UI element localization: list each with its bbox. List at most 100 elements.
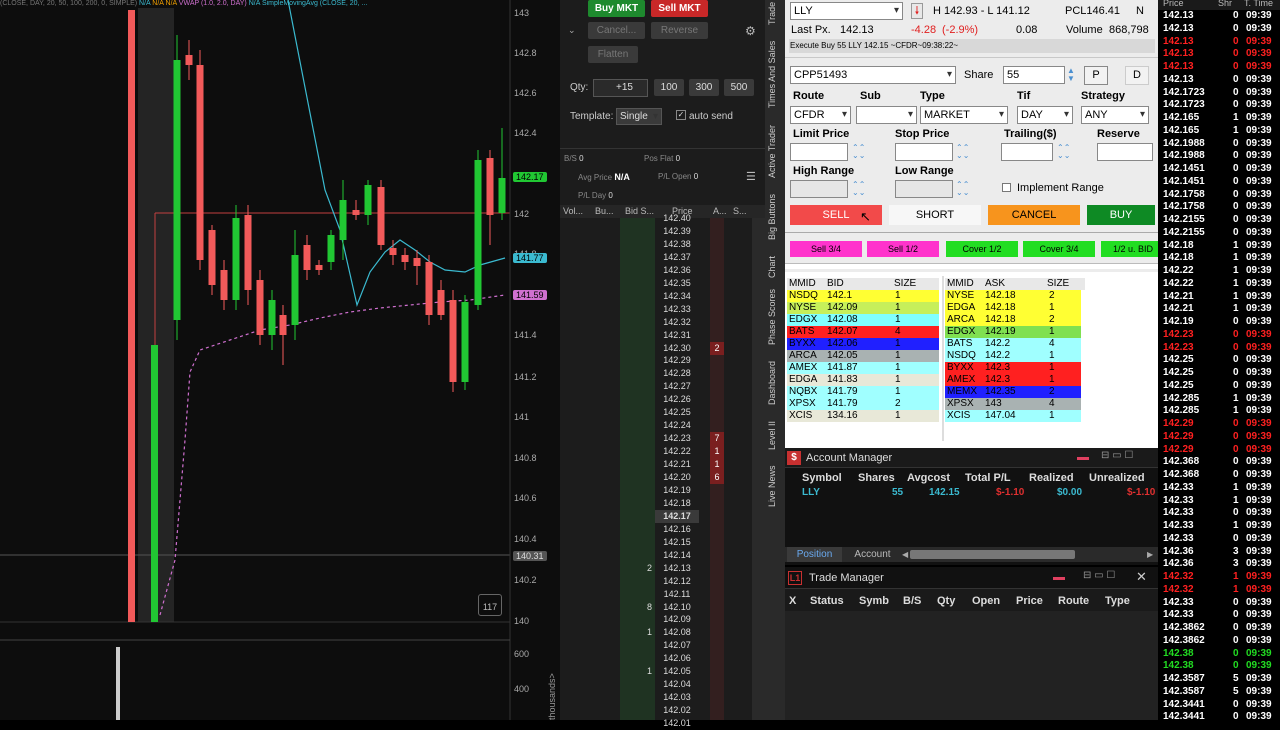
trailing-input[interactable] [1001, 143, 1053, 161]
list-item[interactable]: 142.19 [560, 484, 765, 497]
list-item[interactable]: 142.31 [560, 329, 765, 342]
gear-icon[interactable]: ⚙ [745, 24, 756, 38]
list-item[interactable]: 142.35 [560, 277, 765, 290]
list-item[interactable]: 142.17 [560, 509, 765, 523]
list-item[interactable]: 142.30 2 [560, 341, 765, 355]
list-item[interactable]: 142.16 [560, 523, 765, 536]
list-item[interactable]: 142.22 1 [560, 445, 765, 459]
list-icon[interactable]: ☰ [746, 170, 756, 183]
vtab-live-news[interactable]: Live News [767, 465, 777, 507]
list-item[interactable]: 142.25 [560, 406, 765, 419]
list-item[interactable]: 142.23 7 [560, 432, 765, 446]
table-row[interactable]: EDGA 141.83 1 [787, 374, 939, 386]
qty-input[interactable]: +15 [593, 79, 648, 97]
tab-position[interactable]: Position [787, 547, 842, 562]
price-chart[interactable]: (CLOSE, DAY, 20, 50, 100, 200, 0, SIMPLE… [0, 0, 560, 720]
list-item[interactable]: 142.07 [560, 639, 765, 652]
strategy-select[interactable]: ANY [1081, 106, 1149, 124]
qty-preset-300[interactable]: 300 [689, 79, 719, 96]
table-row[interactable]: MEMX 142.35 2 [945, 386, 1081, 398]
scroll-left-icon[interactable]: ◀ [902, 547, 908, 562]
share-input[interactable]: 55 [1003, 66, 1065, 84]
p-button[interactable]: P [1084, 66, 1108, 85]
vtab-times-and-sales[interactable]: Times And Sales [767, 41, 777, 108]
table-row[interactable]: XCIS 147.04 1 [945, 410, 1081, 422]
window-controls-icon[interactable]: ⊟ ▭ ☐ [1083, 570, 1115, 581]
list-item[interactable]: 142.21 1 [560, 458, 765, 472]
list-item[interactable]: 142.06 [560, 652, 765, 665]
list-item[interactable]: 142.37 [560, 251, 765, 264]
implement-range-checkbox[interactable] [1002, 183, 1011, 192]
d-button[interactable]: D [1125, 66, 1149, 85]
minimize-icon[interactable] [1053, 577, 1065, 580]
table-row[interactable]: EDGX 142.19 1 [945, 326, 1081, 338]
list-item[interactable]: 142.39 [560, 225, 765, 238]
list-item[interactable]: 142.15 [560, 536, 765, 549]
list-item[interactable]: 142.02 [560, 704, 765, 717]
vtab-phase-scores[interactable]: Phase Scores [767, 289, 777, 345]
list-item[interactable]: 142.26 [560, 393, 765, 406]
list-item[interactable]: 142.28 [560, 367, 765, 380]
template-select[interactable]: Single [616, 108, 662, 125]
buy-button[interactable]: BUY [1087, 205, 1155, 225]
list-item[interactable]: 142.33 [560, 303, 765, 316]
table-row[interactable]: EDGX 142.08 1 [787, 314, 939, 326]
list-item[interactable]: 1 142.08 [560, 626, 765, 639]
trailing-spinner[interactable]: ⌃⌃ ⌄⌄ [1057, 144, 1070, 160]
list-item[interactable]: 142.12 [560, 575, 765, 588]
list-item[interactable]: 142.14 [560, 549, 765, 562]
buy-mkt-button[interactable]: Buy MKT [588, 0, 645, 17]
symbol-input[interactable]: LLY [790, 2, 903, 20]
list-item[interactable]: 142.32 [560, 316, 765, 329]
low-range-spinner[interactable]: ⌃⌃ ⌄⌄ [956, 181, 969, 197]
list-item[interactable]: 142.27 [560, 380, 765, 393]
window-controls-icon[interactable]: ⊟ ▭ ☐ [1101, 450, 1133, 461]
half-under-bid-button[interactable]: 1/2 u. BID [1101, 241, 1158, 257]
list-item[interactable]: 142.34 [560, 290, 765, 303]
list-item[interactable]: 142.04 [560, 678, 765, 691]
table-row[interactable]: NQBX 141.79 1 [787, 386, 939, 398]
sub-select[interactable] [856, 106, 917, 124]
table-row[interactable]: NSDQ 142.2 1 [945, 350, 1081, 362]
auto-send-checkbox[interactable]: ✓ [676, 110, 686, 120]
list-item[interactable]: 142.03 [560, 691, 765, 704]
list-item[interactable]: 2 142.13 [560, 562, 765, 575]
list-item[interactable]: 1 142.05 [560, 665, 765, 678]
vtab-level-ii[interactable]: Level II [767, 421, 777, 450]
list-item[interactable]: 142.38 [560, 238, 765, 251]
table-row[interactable]: BYXX 142.06 1 [787, 338, 939, 350]
vtab-trade[interactable]: Trade [767, 2, 777, 25]
list-item[interactable]: 142.20 6 [560, 471, 765, 484]
stop-price-spinner[interactable]: ⌃⌃ ⌄⌄ [956, 144, 969, 160]
cancel-button[interactable]: Cancel... [588, 22, 645, 39]
list-item[interactable]: 142.01 [560, 717, 765, 730]
table-row[interactable]: EDGA 142.18 1 [945, 302, 1081, 314]
list-item[interactable]: 142.18 [560, 497, 765, 510]
table-row[interactable]: AMEX 141.87 1 [787, 362, 939, 374]
reserve-input[interactable] [1097, 143, 1153, 161]
table-row[interactable]: NYSE 142.09 1 [787, 302, 939, 314]
cover-1-2-button[interactable]: Cover 1/2 [946, 241, 1018, 257]
minimize-icon[interactable] [1077, 457, 1089, 460]
stop-price-input[interactable] [895, 143, 953, 161]
table-row[interactable]: ARCA 142.18 2 [945, 314, 1081, 326]
list-item[interactable]: 8 142.10 [560, 601, 765, 614]
list-item[interactable]: 142.11 [560, 588, 765, 601]
collapse-chevron-icon[interactable]: ⌄ [568, 25, 576, 36]
table-row[interactable]: NSDQ 142.1 1 [787, 290, 939, 302]
short-button[interactable]: SHORT [889, 205, 981, 225]
list-item[interactable]: 142.24 [560, 419, 765, 432]
vtab-active-trader[interactable]: Active Trader [767, 125, 777, 178]
route-select[interactable]: CFDR [790, 106, 851, 124]
table-row[interactable]: BATS 142.07 4 [787, 326, 939, 338]
vtab-chart[interactable]: Chart [767, 256, 777, 278]
sell-1-2-button[interactable]: Sell 1/2 [867, 241, 939, 257]
qty-preset-500[interactable]: 500 [724, 79, 754, 96]
horizontal-scrollbar[interactable] [910, 550, 1075, 559]
type-select[interactable]: MARKET [920, 106, 1008, 124]
high-range-spinner[interactable]: ⌃⌃ ⌄⌄ [852, 181, 865, 197]
flatten-button[interactable]: Flatten [588, 46, 638, 63]
table-row[interactable]: XCIS 134.16 1 [787, 410, 939, 422]
sell-3-4-button[interactable]: Sell 3/4 [790, 241, 862, 257]
list-item[interactable]: 142.09 [560, 613, 765, 626]
